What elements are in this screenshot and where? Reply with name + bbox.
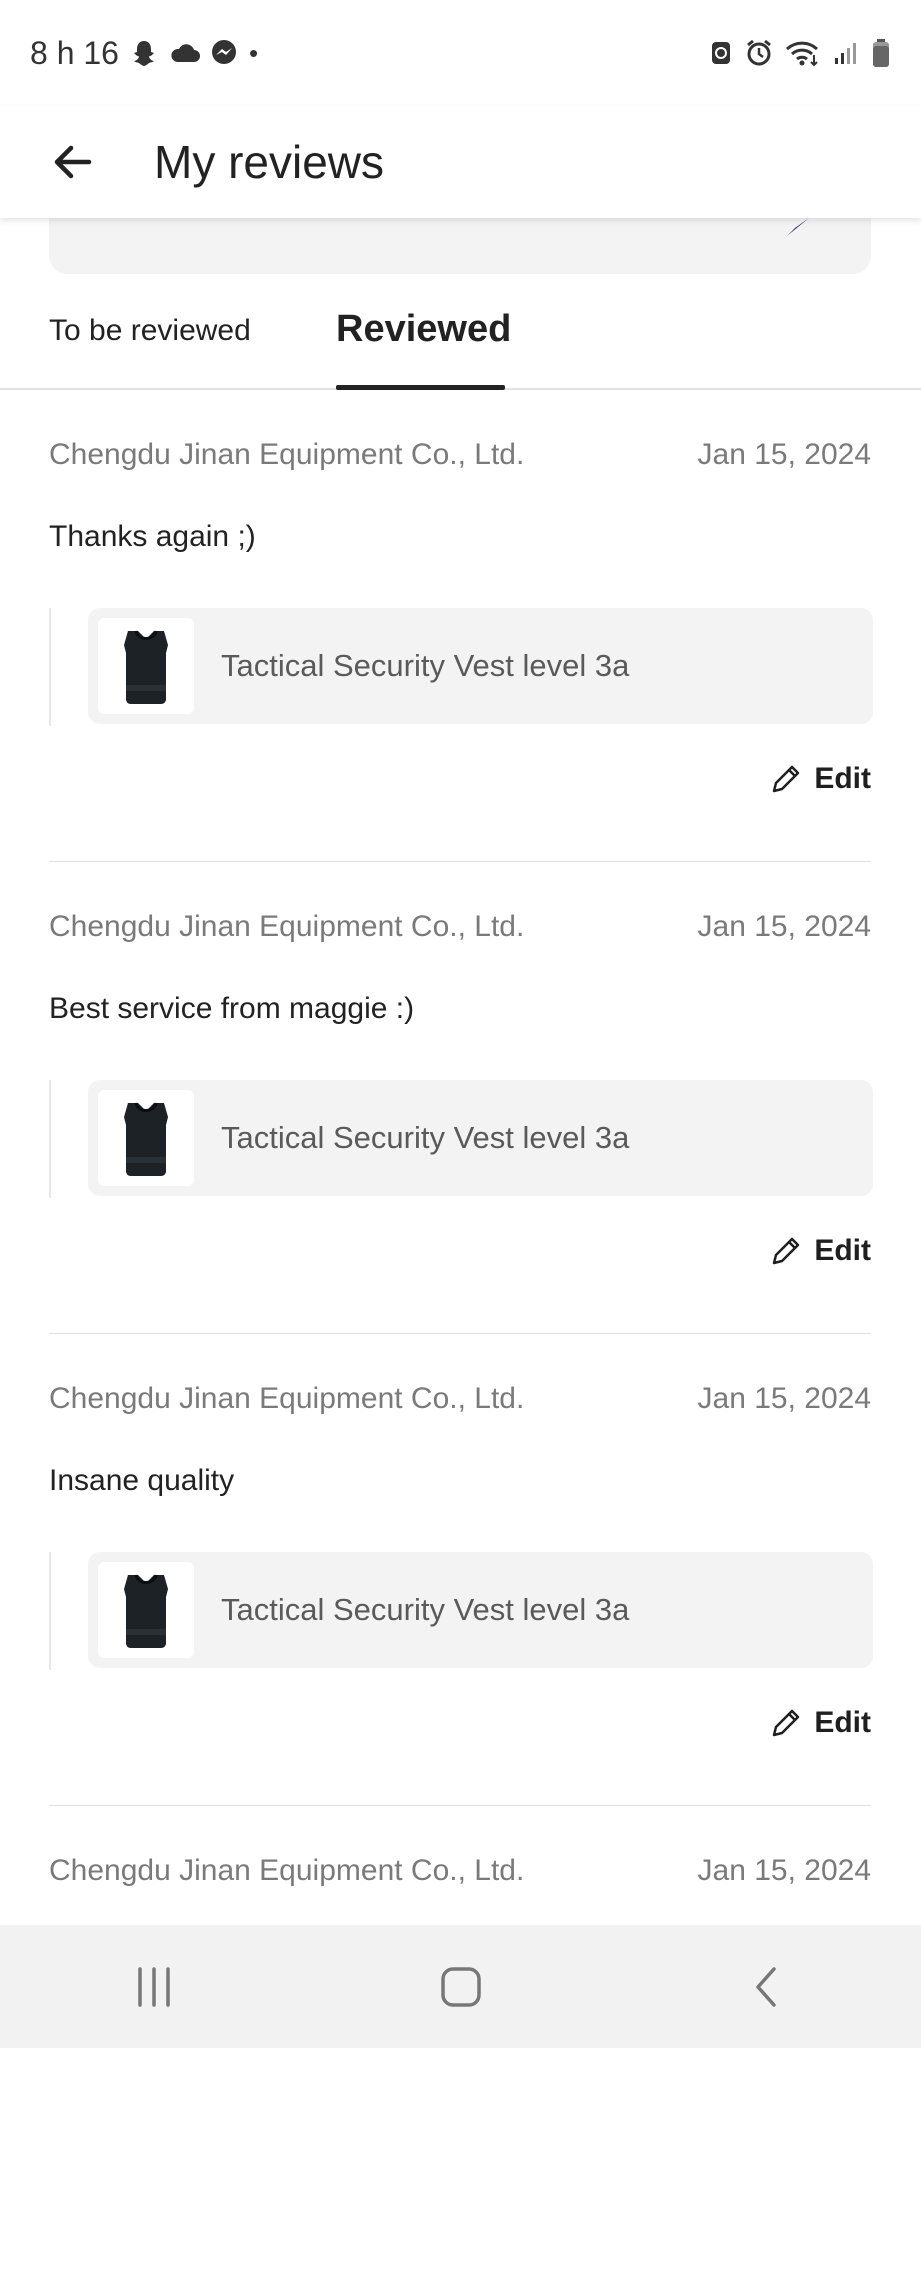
status-left: 8 h 16 • <box>30 35 258 72</box>
tab-reviewed[interactable]: Reviewed <box>336 308 511 351</box>
alarm-icon <box>745 39 773 67</box>
product-quote: Tactical Security Vest level 3a <box>49 1552 873 1670</box>
status-right <box>709 38 891 68</box>
edit-label: Edit <box>814 762 871 795</box>
back-button[interactable] <box>38 127 108 197</box>
review-date: Jan 15, 2024 <box>697 910 871 943</box>
review-header: Chengdu Jinan Equipment Co., Ltd. Jan 15… <box>49 1854 871 1888</box>
home-button[interactable] <box>401 1947 521 2027</box>
pencil-icon <box>773 1709 800 1737</box>
cloud-icon <box>169 38 200 68</box>
snapchat-icon <box>129 38 159 68</box>
product-name: Tactical Security Vest level 3a <box>221 648 630 683</box>
vest-icon <box>124 630 168 704</box>
app-bar: My reviews <box>0 106 921 218</box>
product-name: Tactical Security Vest level 3a <box>221 1592 630 1627</box>
product-card[interactable]: Tactical Security Vest level 3a <box>88 1552 873 1668</box>
pencil-icon <box>773 1237 800 1265</box>
review-text: Thanks again ;) <box>49 520 256 553</box>
product-thumbnail <box>98 1090 194 1186</box>
seller-name[interactable]: Chengdu Jinan Equipment Co., Ltd. <box>49 1854 524 1888</box>
review-date: Jan 15, 2024 <box>697 1854 871 1887</box>
arrow-left-icon <box>54 145 92 179</box>
review-header: Chengdu Jinan Equipment Co., Ltd. Jan 15… <box>49 438 871 472</box>
status-bar: 8 h 16 • <box>0 0 921 106</box>
review-header: Chengdu Jinan Equipment Co., Ltd. Jan 15… <box>49 910 871 944</box>
review-text: Best service from maggie :) <box>49 992 415 1025</box>
battery-saver-icon <box>709 39 733 67</box>
product-name: Tactical Security Vest level 3a <box>221 1120 630 1155</box>
review-date: Jan 15, 2024 <box>697 438 871 471</box>
edit-review-button[interactable]: Edit <box>770 762 871 796</box>
messenger-icon <box>209 38 239 68</box>
home-icon <box>440 1966 481 2007</box>
signal-icon <box>833 40 859 66</box>
tab-to-be-reviewed[interactable]: To be reviewed <box>49 314 251 348</box>
product-quote: Tactical Security Vest level 3a <box>49 608 873 726</box>
status-dot: • <box>248 37 259 68</box>
product-card[interactable]: Tactical Security Vest level 3a <box>88 608 873 724</box>
review-item: Chengdu Jinan Equipment Co., Ltd. Jan 15… <box>0 1334 921 1806</box>
seller-name[interactable]: Chengdu Jinan Equipment Co., Ltd. <box>49 910 524 944</box>
edit-review-button[interactable]: Edit <box>770 1706 871 1740</box>
edit-label: Edit <box>814 1234 871 1267</box>
status-time: 8 h 16 <box>30 34 119 71</box>
review-item: Chengdu Jinan Equipment Co., Ltd. Jan 15… <box>0 862 921 1334</box>
product-quote: Tactical Security Vest level 3a <box>49 1080 873 1198</box>
seller-name[interactable]: Chengdu Jinan Equipment Co., Ltd. <box>49 438 524 472</box>
back-icon <box>755 1966 776 2007</box>
edit-review-button[interactable]: Edit <box>770 1234 871 1268</box>
review-text: Insane quality <box>49 1464 235 1497</box>
product-thumbnail <box>98 618 194 714</box>
vest-icon <box>124 1574 168 1648</box>
recent-apps-icon <box>137 1966 170 2007</box>
wifi-icon <box>785 39 821 67</box>
play-arrow-icon <box>787 218 809 236</box>
recent-apps-button[interactable] <box>94 1947 214 2027</box>
pencil-icon <box>773 765 800 793</box>
review-item: Chengdu Jinan Equipment Co., Ltd. Jan 15… <box>0 390 921 862</box>
product-thumbnail <box>98 1562 194 1658</box>
vest-icon <box>124 1102 168 1176</box>
system-back-button[interactable] <box>708 1947 828 2027</box>
battery-icon <box>871 38 891 68</box>
seller-name[interactable]: Chengdu Jinan Equipment Co., Ltd. <box>49 1382 524 1416</box>
review-date: Jan 15, 2024 <box>697 1382 871 1415</box>
review-tabs: To be reviewed Reviewed <box>0 288 921 390</box>
edit-label: Edit <box>814 1706 871 1739</box>
review-header: Chengdu Jinan Equipment Co., Ltd. Jan 15… <box>49 1382 871 1416</box>
product-card[interactable]: Tactical Security Vest level 3a <box>88 1080 873 1196</box>
page-title: My reviews <box>154 136 385 188</box>
system-nav-bar <box>0 1925 921 2048</box>
